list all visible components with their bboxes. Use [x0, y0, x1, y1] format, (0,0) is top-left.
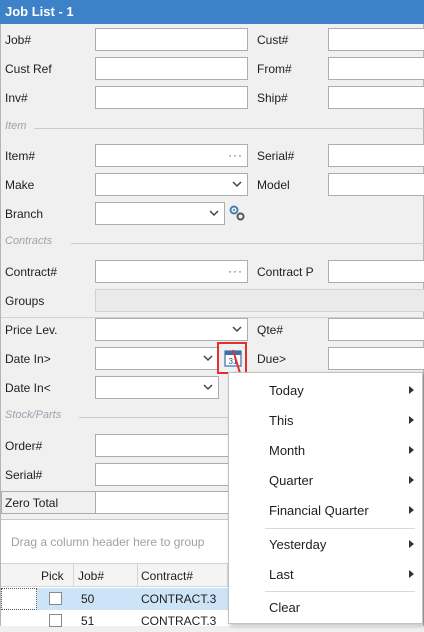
- section-stock-divider: [79, 417, 229, 418]
- chevron-right-icon: [409, 570, 414, 578]
- price-level-select[interactable]: [95, 318, 248, 341]
- zero-total-field[interactable]: [95, 491, 229, 514]
- branch-select[interactable]: [95, 202, 225, 225]
- label-branch: Branch: [5, 207, 44, 221]
- contract-cell: CONTRACT.3: [141, 592, 217, 606]
- section-contracts-divider: [71, 243, 424, 244]
- label-price-lev: Price Lev.: [5, 323, 58, 337]
- qte-field[interactable]: [328, 318, 424, 341]
- label-inv: Inv#: [5, 91, 28, 105]
- label-contract-p: Contract P: [257, 265, 314, 279]
- serial-field[interactable]: [328, 144, 424, 167]
- label-zero-total: Zero Total: [5, 496, 59, 510]
- label-serial-2: Serial#: [5, 468, 43, 482]
- label-model: Model: [257, 178, 290, 192]
- label-contract: Contract#: [5, 265, 58, 279]
- menu-item-month[interactable]: Month: [229, 435, 422, 465]
- date-range-menu: Today This Month Quarter Financial Quart…: [228, 372, 423, 624]
- chevron-right-icon: [409, 476, 414, 484]
- chevron-right-icon: [409, 416, 414, 424]
- label-qte: Qte#: [257, 323, 284, 337]
- chevron-down-icon[interactable]: [232, 323, 242, 335]
- menu-item-clear[interactable]: Clear: [229, 592, 422, 622]
- group-by-hint: Drag a column header here to group: [11, 535, 205, 549]
- label-date-in-lt: Date In<: [5, 381, 51, 395]
- column-contract[interactable]: Contract#: [141, 569, 227, 583]
- from-field[interactable]: [328, 57, 424, 80]
- ellipsis-icon[interactable]: ···: [228, 148, 243, 162]
- label-serial: Serial#: [257, 149, 295, 163]
- label-ship: Ship#: [257, 91, 288, 105]
- label-make: Make: [5, 178, 35, 192]
- menu-item-financial-quarter[interactable]: Financial Quarter: [229, 495, 422, 525]
- item-field[interactable]: ···: [95, 144, 248, 167]
- job-field[interactable]: [95, 28, 248, 51]
- chevron-down-icon[interactable]: [209, 207, 219, 219]
- label-cust-ref: Cust Ref: [5, 62, 52, 76]
- chevron-right-icon: [409, 386, 414, 394]
- contract-field[interactable]: ···: [95, 260, 248, 283]
- column-job[interactable]: Job#: [78, 569, 104, 583]
- column-pick[interactable]: Pick: [41, 569, 64, 583]
- menu-item-last[interactable]: Last: [229, 559, 422, 589]
- groups-field[interactable]: [95, 289, 424, 312]
- chevron-right-icon: [409, 506, 414, 514]
- menu-item-this[interactable]: This: [229, 405, 422, 435]
- ellipsis-icon[interactable]: ···: [228, 264, 243, 278]
- gears-icon[interactable]: [227, 203, 247, 223]
- label-from: From#: [257, 62, 292, 76]
- section-stock-parts: Stock/Parts: [5, 409, 62, 421]
- job-cell: 50: [81, 592, 95, 606]
- contract-p-field[interactable]: [328, 260, 424, 283]
- label-groups: Groups: [5, 294, 45, 308]
- menu-item-yesterday[interactable]: Yesterday: [229, 529, 422, 559]
- chevron-down-icon[interactable]: [232, 178, 242, 190]
- date-in-to-select[interactable]: [95, 376, 219, 399]
- chevron-down-icon[interactable]: [203, 352, 213, 364]
- due-field[interactable]: [328, 347, 424, 370]
- inv-field[interactable]: [95, 86, 248, 109]
- section-item: Item: [5, 120, 27, 132]
- section-contracts: Contracts: [5, 235, 53, 247]
- ship-field[interactable]: [328, 86, 424, 109]
- label-item: Item#: [5, 149, 36, 163]
- order-field[interactable]: [95, 434, 229, 457]
- pick-checkbox[interactable]: [49, 592, 62, 605]
- section-item-divider: [34, 128, 424, 129]
- label-job: Job#: [5, 33, 32, 47]
- label-order: Order#: [5, 439, 43, 453]
- label-cust: Cust#: [257, 33, 289, 47]
- chevron-right-icon: [409, 446, 414, 454]
- menu-item-today[interactable]: Today: [229, 375, 422, 405]
- window-title: Job List - 1: [0, 0, 424, 24]
- serial-stock-field[interactable]: [95, 463, 229, 486]
- make-select[interactable]: [95, 173, 248, 196]
- menu-item-quarter[interactable]: Quarter: [229, 465, 422, 495]
- pick-checkbox[interactable]: [49, 614, 62, 627]
- label-date-in-gt: Date In>: [5, 352, 51, 366]
- model-field[interactable]: [328, 173, 424, 196]
- cust-field[interactable]: [328, 28, 424, 51]
- chevron-right-icon: [409, 540, 414, 548]
- cust-ref-field[interactable]: [95, 57, 248, 80]
- date-in-from-select[interactable]: [95, 347, 219, 370]
- chevron-down-icon[interactable]: [203, 381, 213, 393]
